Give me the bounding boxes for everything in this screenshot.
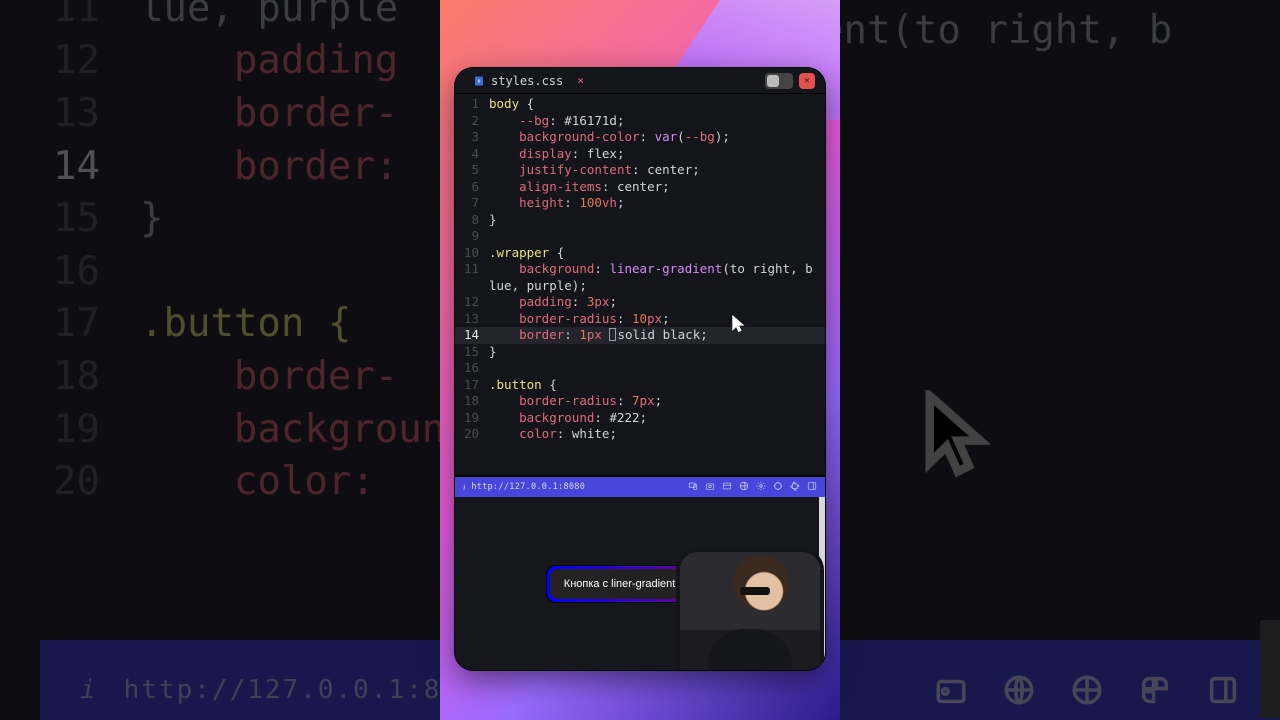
line-number: 14 (455, 327, 489, 344)
code-line[interactable]: 3 background-color: var(--bg); (455, 129, 825, 146)
line-number: 8 (455, 212, 489, 229)
tab-styles-css[interactable]: # styles.css × (465, 72, 592, 90)
line-number: 7 (455, 195, 489, 212)
webcam-overlay (680, 552, 820, 670)
bg-info-icon: i (80, 675, 98, 705)
code-line[interactable]: 4 display: flex; (455, 146, 825, 163)
line-number: 10 (455, 245, 489, 262)
code-line[interactable]: 7 height: 100vh; (455, 195, 825, 212)
line-number (455, 278, 489, 295)
central-panel: # styles.css × 1body {2 --bg: #16171d;3 … (455, 68, 825, 670)
tab-close-icon[interactable]: × (577, 74, 584, 87)
toggle-button[interactable] (765, 73, 793, 89)
code-line[interactable]: 13 border-radius: 10px; (455, 311, 825, 328)
network-icon[interactable] (739, 481, 749, 494)
settings-gear-icon[interactable] (756, 481, 766, 494)
code-line[interactable]: 12 padding: 3px; (455, 294, 825, 311)
line-number: 4 (455, 146, 489, 163)
screenshot-icon[interactable] (705, 481, 715, 494)
css-file-icon: # (473, 75, 485, 87)
code-line[interactable]: 5 justify-content: center; (455, 162, 825, 179)
line-number: 5 (455, 162, 489, 179)
svg-text:#: # (478, 79, 481, 85)
target-icon[interactable] (773, 481, 783, 494)
text-caret (609, 328, 616, 341)
code-line[interactable]: 2 --bg: #16171d; (455, 113, 825, 130)
dock-right-icon[interactable] (807, 481, 817, 494)
devices-icon[interactable] (688, 481, 698, 494)
code-line[interactable]: 11 background: linear-gradient(to right,… (455, 261, 825, 278)
window-controls (765, 73, 815, 89)
window-close-button[interactable] (799, 73, 815, 89)
line-number: 16 (455, 360, 489, 377)
page-info-icon[interactable]: i (463, 482, 465, 492)
line-number: 17 (455, 377, 489, 394)
code-editor[interactable]: # styles.css × 1body {2 --bg: #16171d;3 … (455, 68, 825, 475)
line-number: 12 (455, 294, 489, 311)
line-number: 6 (455, 179, 489, 196)
code-area[interactable]: 1body {2 --bg: #16171d;3 background-colo… (455, 94, 825, 475)
editor-tabbar: # styles.css × (455, 68, 825, 94)
line-number: 18 (455, 393, 489, 410)
bg-url: http://127.0.0.1:8080 (124, 675, 495, 705)
line-number: 2 (455, 113, 489, 130)
bg-scrollbar-thumb (1260, 620, 1280, 718)
code-line[interactable]: 8} (455, 212, 825, 229)
browser-urlbar: i http://127.0.0.1:8080 (455, 477, 825, 497)
code-line[interactable]: 9 (455, 228, 825, 245)
code-line[interactable]: 18 border-radius: 7px; (455, 393, 825, 410)
line-number: 1 (455, 96, 489, 113)
code-line[interactable]: 20 color: white; (455, 426, 825, 443)
bg-browser-icons (934, 673, 1240, 707)
line-number: 11 (455, 261, 489, 278)
line-number: 9 (455, 228, 489, 245)
code-line[interactable]: 16 (455, 360, 825, 377)
line-number: 19 (455, 410, 489, 427)
browser-toolbar-icons (688, 481, 817, 494)
code-line[interactable]: 10.wrapper { (455, 245, 825, 262)
code-line[interactable]: 19 background: #222; (455, 410, 825, 427)
extensions-icon[interactable] (790, 481, 800, 494)
code-line[interactable]: 1body { (455, 96, 825, 113)
code-line[interactable]: lue, purple); (455, 278, 825, 295)
line-number: 20 (455, 426, 489, 443)
line-number: 15 (455, 344, 489, 361)
tab-filename: styles.css (491, 74, 563, 88)
url-text[interactable]: http://127.0.0.1:8080 (471, 482, 585, 492)
code-line[interactable]: 14 border: 1px solid black; (455, 327, 825, 344)
bg-cursor-icon (920, 390, 990, 480)
panel-icon[interactable] (722, 481, 732, 494)
line-number: 13 (455, 311, 489, 328)
code-line[interactable]: 17.button { (455, 377, 825, 394)
code-line[interactable]: 6 align-items: center; (455, 179, 825, 196)
code-line[interactable]: 15} (455, 344, 825, 361)
line-number: 3 (455, 129, 489, 146)
